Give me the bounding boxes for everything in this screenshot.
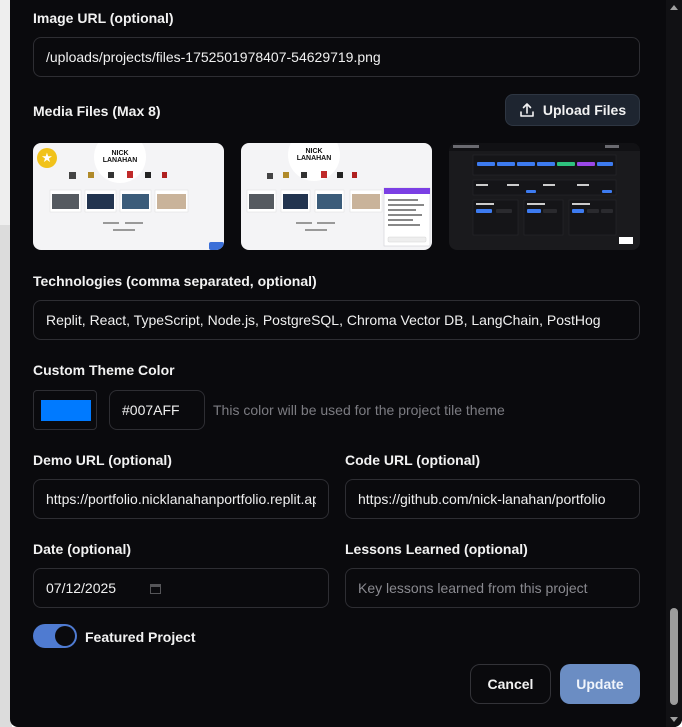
media-thumbnail-2[interactable]: NICK LANAHAN (241, 143, 432, 250)
technologies-value: Replit, React, TypeScript, Node.js, Post… (46, 312, 601, 328)
code-url-input[interactable]: https://github.com/nick-lanahan/portfoli… (345, 479, 640, 519)
demo-url-input[interactable]: https://portfolio.nicklanahanportfolio.r… (33, 479, 329, 519)
demo-url-value: https://portfolio.nicklanahanportfolio.r… (46, 491, 316, 507)
color-picker[interactable] (33, 390, 97, 430)
thumbnail-1-preview: NICK LANAHAN (49, 143, 224, 250)
upload-files-label: Upload Files (542, 102, 627, 118)
featured-toggle[interactable] (33, 624, 77, 648)
scrollbar-thumb[interactable] (670, 608, 678, 705)
update-button[interactable]: Update (560, 664, 640, 704)
media-thumbnail-1[interactable]: NICK LANAHAN ★ (33, 143, 224, 250)
image-url-input[interactable]: /uploads/projects/files-1752501978407-54… (33, 37, 640, 77)
edit-project-dialog: Image URL (optional) /uploads/projects/f… (10, 0, 682, 727)
date-value: 07/12/2025 (46, 580, 117, 596)
theme-color-label: Custom Theme Color (33, 362, 175, 378)
svg-text:LANAHAN: LANAHAN (103, 157, 138, 164)
date-input[interactable]: 07/12/2025 (33, 568, 329, 608)
color-swatch (41, 400, 91, 421)
lessons-input[interactable]: Key lessons learned from this project (345, 568, 640, 608)
thumbnail-2-preview: NICK LANAHAN (246, 143, 431, 247)
lessons-label: Lessons Learned (optional) (345, 541, 528, 557)
upload-files-button[interactable]: Upload Files (505, 94, 640, 126)
hex-color-input[interactable]: #007AFF (109, 390, 205, 430)
media-thumbnail-3[interactable] (449, 143, 640, 250)
demo-url-label: Demo URL (optional) (33, 452, 172, 468)
scrollbar[interactable] (666, 0, 682, 727)
image-url-label: Image URL (optional) (33, 10, 174, 26)
theme-color-hint: This color will be used for the project … (213, 402, 505, 418)
code-url-value: https://github.com/nick-lanahan/portfoli… (358, 491, 606, 507)
image-url-value: /uploads/projects/files-1752501978407-54… (46, 49, 381, 65)
hex-color-value: #007AFF (122, 402, 180, 418)
cancel-button[interactable]: Cancel (470, 664, 551, 704)
scroll-up-arrow-icon[interactable] (670, 5, 678, 10)
svg-text:NICK: NICK (111, 150, 128, 157)
technologies-input[interactable]: Replit, React, TypeScript, Node.js, Post… (33, 300, 640, 340)
svg-text:LANAHAN: LANAHAN (297, 155, 332, 162)
code-url-label: Code URL (optional) (345, 452, 481, 468)
featured-label: Featured Project (85, 629, 196, 645)
technologies-label: Technologies (comma separated, optional) (33, 273, 317, 289)
media-files-label: Media Files (Max 8) (33, 103, 161, 119)
upload-icon (520, 103, 534, 117)
toggle-knob (55, 626, 75, 646)
date-label: Date (optional) (33, 541, 131, 557)
lessons-placeholder: Key lessons learned from this project (358, 580, 588, 596)
thumbnail-3-preview (449, 143, 640, 244)
calendar-icon[interactable] (150, 583, 162, 594)
svg-text:NICK: NICK (305, 148, 322, 155)
featured-star-icon: ★ (37, 148, 57, 168)
scroll-down-arrow-icon[interactable] (670, 717, 678, 722)
